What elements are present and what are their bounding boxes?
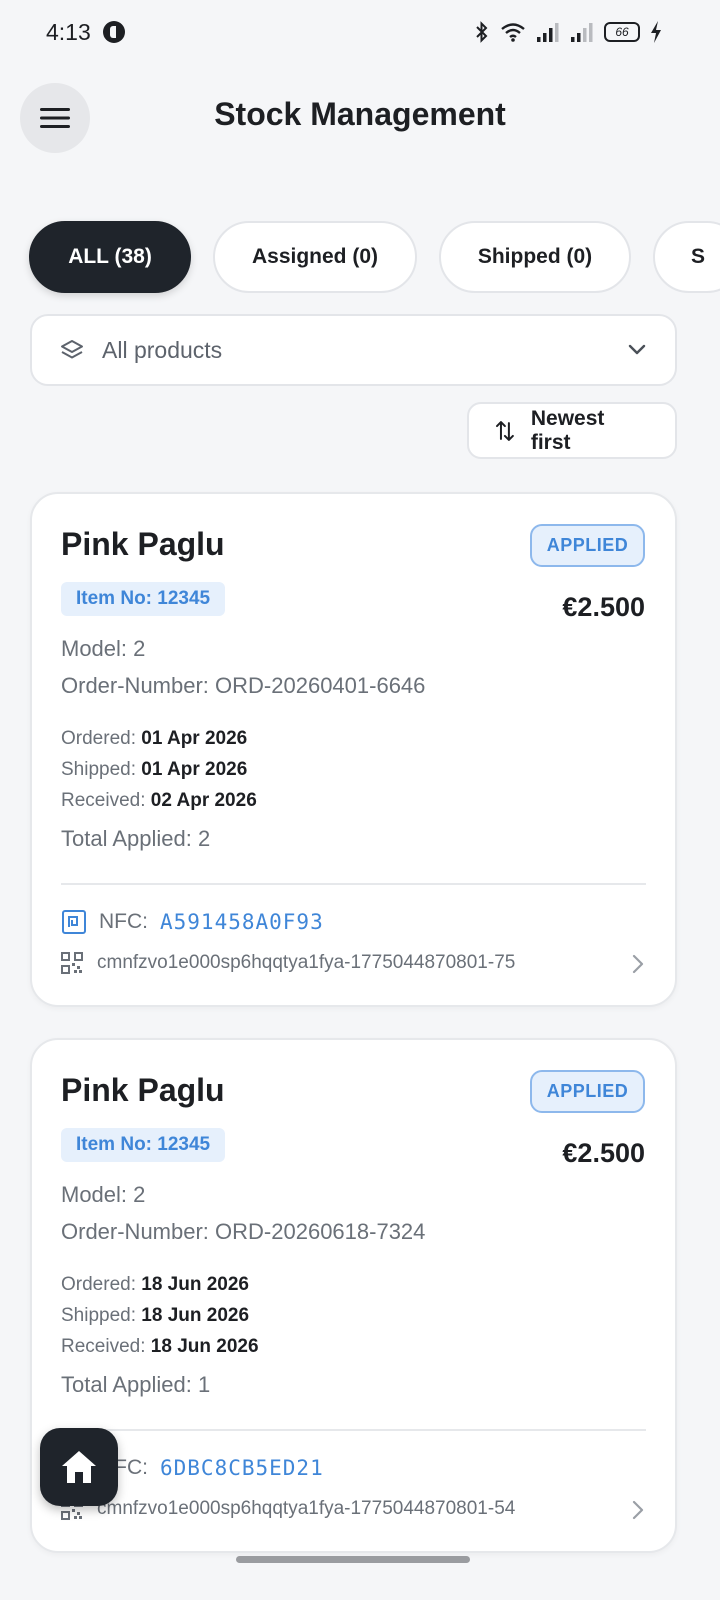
ordered-date: 01 Apr 2026 [141,728,248,749]
item-model: Model: 2 [61,1182,146,1207]
charging-icon [651,21,661,43]
status-right: 66 [474,21,662,43]
app-icon [102,21,125,43]
product-filter-select[interactable]: All products [30,314,677,386]
filter-tabs: ALL (38) Assigned (0) Shipped (0) S [29,221,720,295]
stock-item-card[interactable]: Pink Paglu APPLIED Item No: 12345 €2.500… [30,1038,677,1553]
ordered-label: Ordered: [61,728,136,749]
shipped-date: 01 Apr 2026 [141,759,248,780]
status-time: 4:13 [46,18,91,45]
nfc-value: A591458A0F93 [160,910,324,934]
home-icon [62,1451,96,1483]
wifi-icon [501,23,525,42]
tab-all[interactable]: ALL (38) [29,221,191,293]
item-name: Pink Paglu [61,526,225,562]
stock-item-card[interactable]: Pink Paglu APPLIED Item No: 12345 €2.500… [30,492,677,1007]
item-price: €2.500 [562,1138,645,1168]
signal-icon [537,23,559,42]
page-title: Stock Management [214,96,506,132]
ordered-date: 18 Jun 2026 [141,1274,250,1295]
sort-label: Newest first [530,406,605,454]
shipped-date: 18 Jun 2026 [141,1305,250,1326]
received-label: Received: [61,1336,146,1357]
received-date-row: Received: 02 Apr 2026 [61,790,257,812]
nfc-row: NFC: A591458A0F93 [61,909,324,935]
status-left: 4:13 [46,19,125,46]
item-model: Model: 2 [61,636,146,661]
item-number-tag: Item No: 12345 [61,582,226,616]
tab-overflow[interactable]: S [653,221,720,293]
nfc-icon [62,910,86,934]
layers-icon [61,340,83,359]
qr-code-row: cmnfzvo1e000sp6hqqtya1fya-1775044870801-… [61,1498,651,1520]
total-applied: Total Applied: 1 [61,1372,211,1397]
card-divider [61,883,646,885]
status-badge: APPLIED [530,1070,645,1113]
item-order-number: Order-Number: ORD-20260401-6646 [61,673,426,698]
item-code: cmnfzvo1e000sp6hqqtya1fya-1775044870801-… [97,1498,516,1519]
sort-arrows-icon [495,420,514,441]
gesture-navigation-bar[interactable] [236,1556,470,1563]
status-bar: 4:13 66 [0,0,720,64]
item-code: cmnfzvo1e000sp6hqqtya1fya-1775044870801-… [97,952,516,973]
shipped-date-row: Shipped: 01 Apr 2026 [61,759,247,781]
qr-code-icon [61,952,83,974]
tab-assigned[interactable]: Assigned (0) [213,221,417,293]
tab-shipped[interactable]: Shipped (0) [439,221,631,293]
shipped-label: Shipped: [61,759,137,780]
nfc-label: NFC: [99,910,148,933]
item-order-number: Order-Number: ORD-20260618-7324 [61,1219,426,1244]
chevron-right-icon [632,954,644,974]
home-button[interactable] [40,1428,118,1506]
battery-icon: 66 [604,22,640,42]
chevron-down-icon [628,344,646,355]
card-divider [61,1429,646,1431]
ordered-date-row: Ordered: 18 Jun 2026 [61,1274,249,1296]
total-applied: Total Applied: 2 [61,826,211,851]
received-date: 02 Apr 2026 [150,790,257,811]
item-price: €2.500 [562,592,645,622]
ordered-date-row: Ordered: 01 Apr 2026 [61,728,247,750]
sort-button[interactable]: Newest first [467,402,677,459]
shipped-date-row: Shipped: 18 Jun 2026 [61,1305,249,1327]
status-badge: APPLIED [530,524,645,567]
signal-icon [571,23,593,42]
shipped-label: Shipped: [61,1305,137,1326]
product-filter-label: All products [102,336,223,363]
nfc-value: 6DBC8CB5ED21 [160,1456,324,1480]
ordered-label: Ordered: [61,1274,136,1295]
item-name: Pink Paglu [61,1072,225,1108]
received-date-row: Received: 18 Jun 2026 [61,1336,259,1358]
received-date: 18 Jun 2026 [150,1336,259,1357]
item-number-tag: Item No: 12345 [61,1128,226,1162]
bluetooth-icon [476,21,488,43]
qr-code-row: cmnfzvo1e000sp6hqqtya1fya-1775044870801-… [61,952,651,974]
received-label: Received: [61,790,146,811]
chevron-right-icon [632,1500,644,1520]
